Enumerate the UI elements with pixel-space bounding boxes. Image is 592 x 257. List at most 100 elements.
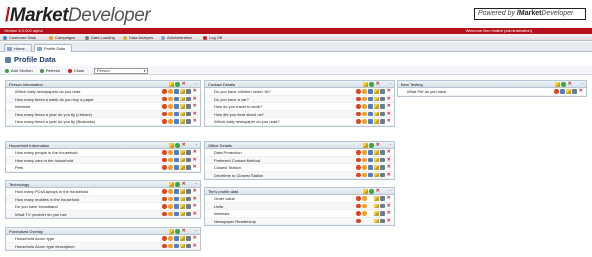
edit-icon[interactable] [368, 157, 374, 163]
add-icon[interactable] [369, 82, 375, 87]
pencil-icon[interactable] [180, 119, 186, 124]
collapse-icon[interactable]: ⌃ [389, 188, 392, 195]
panel-header[interactable]: Beni Testing ✕ ⌃ [398, 81, 586, 88]
alert-icon[interactable] [168, 150, 174, 155]
pencil-icon[interactable] [374, 203, 380, 209]
permissions-icon[interactable] [380, 196, 386, 201]
alert-icon[interactable] [168, 243, 174, 249]
remove-icon[interactable]: ✕ [192, 89, 197, 94]
permissions-icon[interactable] [186, 89, 192, 94]
remove-icon[interactable]: ✕ [192, 204, 197, 209]
remove-icon[interactable]: ✕ [375, 189, 380, 194]
delete-icon[interactable] [162, 196, 168, 202]
pencil-icon[interactable] [363, 189, 369, 194]
permissions-icon[interactable] [380, 203, 386, 209]
pencil-icon[interactable] [180, 89, 186, 94]
delete-icon[interactable] [162, 204, 168, 209]
panel-header[interactable]: Person Information ✕ ⌃ [6, 81, 200, 88]
pencil-icon[interactable] [363, 82, 369, 87]
permissions-icon[interactable] [186, 211, 192, 217]
remove-icon[interactable]: ✕ [192, 211, 197, 217]
refresh-button[interactable]: Refresh [40, 67, 60, 74]
delete-icon[interactable] [356, 111, 362, 117]
pencil-icon[interactable] [363, 143, 369, 148]
alert-icon[interactable] [362, 157, 368, 163]
permissions-icon[interactable] [186, 104, 192, 109]
permissions-icon[interactable] [186, 196, 192, 202]
permissions-icon[interactable] [380, 165, 386, 170]
panel-header[interactable]: Purchased Overlay ✕ ⌃ [6, 228, 200, 235]
remove-icon[interactable]: ✕ [386, 150, 391, 155]
alert-icon[interactable] [168, 189, 174, 194]
delete-icon[interactable] [162, 111, 168, 117]
remove-icon[interactable]: ✕ [181, 182, 186, 187]
pencil-icon[interactable] [180, 204, 186, 209]
pencil-icon[interactable] [180, 96, 186, 102]
permissions-icon[interactable] [186, 111, 192, 117]
pencil-icon[interactable] [374, 150, 380, 155]
add-icon[interactable] [175, 143, 181, 148]
collapse-icon[interactable]: ⌃ [195, 81, 198, 88]
pencil-icon[interactable] [374, 89, 380, 94]
remove-icon[interactable]: ✕ [386, 165, 391, 170]
edit-icon[interactable] [174, 150, 180, 155]
alert-icon[interactable] [168, 111, 174, 117]
delete-icon[interactable] [356, 211, 362, 216]
delete-icon[interactable] [356, 172, 362, 178]
delete-icon[interactable] [356, 203, 362, 209]
delete-icon[interactable] [162, 236, 168, 241]
edit-icon[interactable] [368, 172, 374, 178]
edit-icon[interactable] [174, 96, 180, 102]
alert-icon[interactable] [362, 89, 368, 94]
panel-header[interactable]: Tim's profile data ✕ ⌃ [205, 188, 394, 195]
remove-icon[interactable]: ✕ [192, 243, 197, 249]
delete-icon[interactable] [162, 157, 168, 163]
edit-icon[interactable] [174, 111, 180, 117]
remove-icon[interactable]: ✕ [192, 150, 197, 155]
alert-icon[interactable] [362, 165, 368, 170]
permissions-icon[interactable] [380, 111, 386, 117]
remove-icon[interactable]: ✕ [181, 229, 186, 234]
edit-icon[interactable] [368, 111, 374, 117]
remove-icon[interactable]: ✕ [375, 82, 380, 87]
add-icon[interactable] [369, 143, 375, 148]
edit-icon[interactable] [174, 104, 180, 109]
edit-icon[interactable] [368, 119, 374, 124]
edit-icon[interactable] [174, 204, 180, 209]
remove-icon[interactable]: ✕ [192, 111, 197, 117]
tab-home[interactable]: Home [4, 44, 32, 52]
delete-icon[interactable] [356, 89, 362, 94]
remove-icon[interactable]: ✕ [386, 157, 391, 163]
menu-log-off[interactable]: Log Off [203, 34, 222, 41]
pencil-icon[interactable] [374, 218, 380, 224]
panel-header[interactable]: Technology ✕ ⌃ [6, 181, 200, 188]
delete-icon[interactable] [162, 189, 168, 194]
delete-icon[interactable] [356, 104, 362, 109]
edit-icon[interactable] [368, 89, 374, 94]
alert-icon[interactable] [362, 104, 368, 109]
close-button[interactable]: Close [68, 67, 84, 74]
alert-icon[interactable] [362, 96, 368, 102]
permissions-icon[interactable] [186, 165, 192, 170]
pencil-icon[interactable] [180, 196, 186, 202]
pencil-icon[interactable] [180, 150, 186, 155]
delete-icon[interactable] [356, 157, 362, 163]
permissions-icon[interactable] [380, 172, 386, 178]
permissions-icon[interactable] [186, 243, 192, 249]
pencil-icon[interactable] [180, 111, 186, 117]
remove-icon[interactable]: ✕ [386, 203, 391, 209]
alert-icon[interactable] [362, 119, 368, 124]
pencil-icon[interactable] [374, 104, 380, 109]
alert-icon[interactable] [168, 196, 174, 202]
delete-icon[interactable] [162, 89, 168, 94]
remove-icon[interactable]: ✕ [192, 157, 197, 163]
delete-icon[interactable] [162, 243, 168, 249]
alert-icon[interactable] [168, 104, 174, 109]
alert-icon[interactable] [362, 211, 368, 216]
collapse-icon[interactable]: ⌃ [195, 181, 198, 188]
edit-icon[interactable] [368, 165, 374, 170]
delete-icon[interactable] [162, 104, 168, 109]
edit-icon[interactable] [174, 236, 180, 241]
add-icon[interactable] [561, 82, 567, 87]
pencil-icon[interactable] [169, 229, 175, 234]
